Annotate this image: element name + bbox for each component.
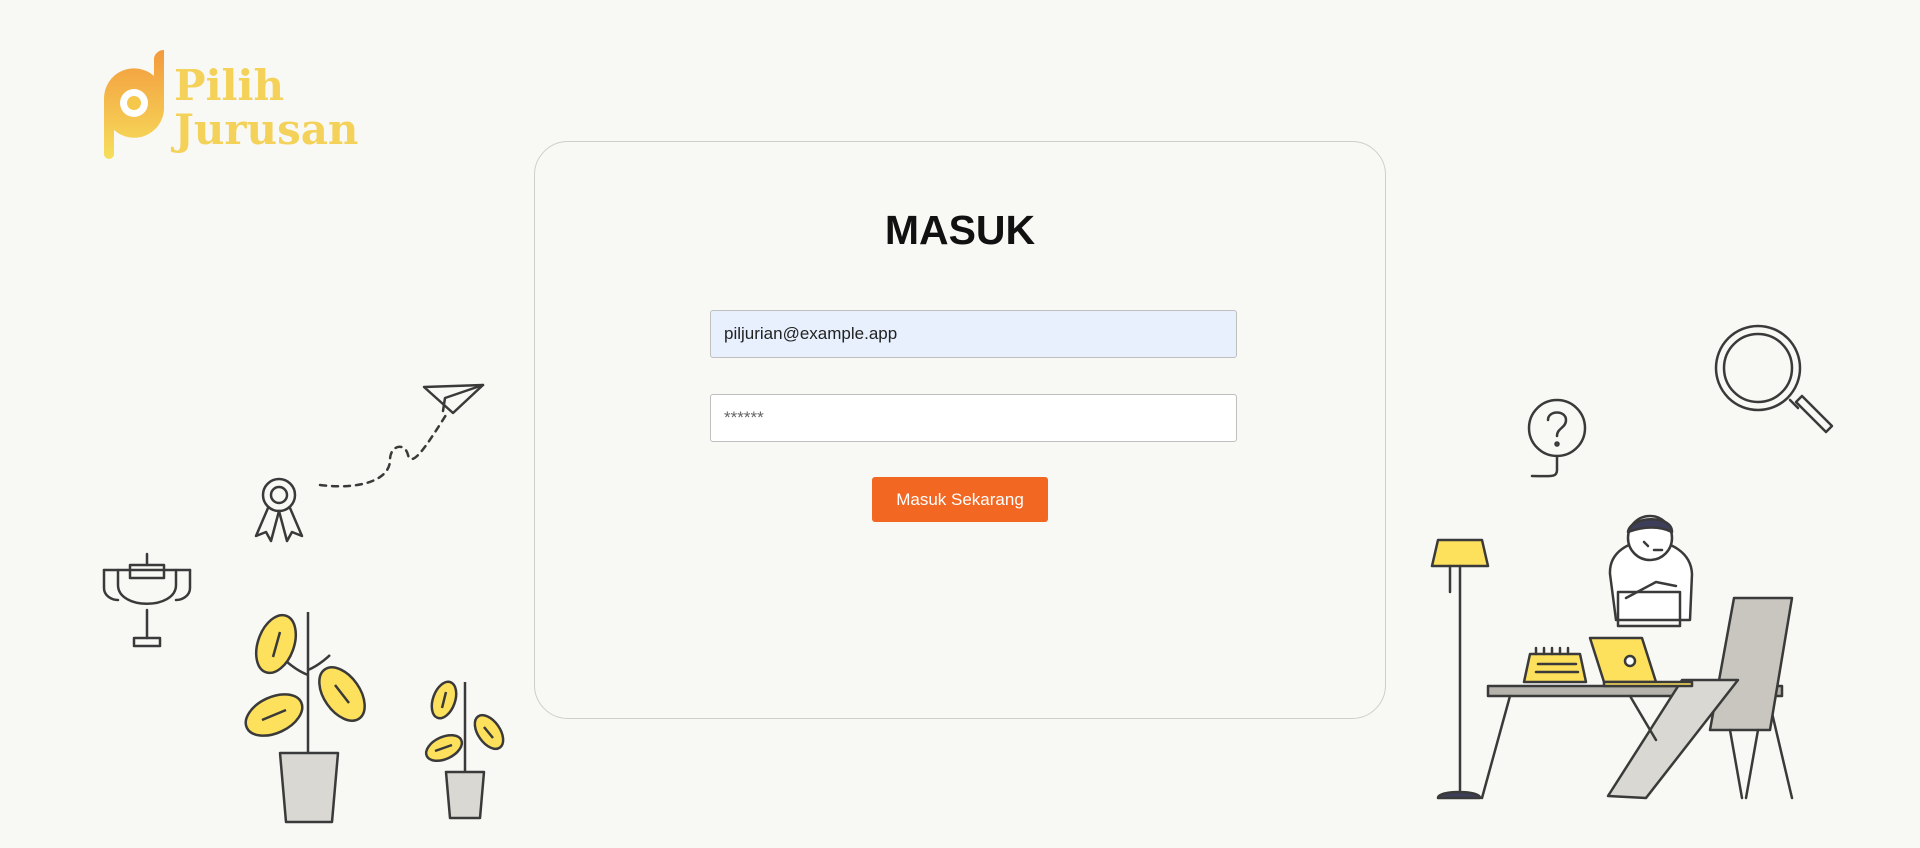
password-field[interactable] — [710, 394, 1237, 442]
desk-calendar-icon — [1522, 646, 1588, 684]
left-illustration — [102, 383, 505, 824]
brand-name-line2: Jurusan — [174, 105, 359, 154]
page-title: MASUK — [884, 207, 1036, 253]
question-bubble-icon — [1527, 398, 1587, 478]
logo-icon — [104, 49, 164, 159]
login-button[interactable]: Masuk Sekarang — [872, 477, 1048, 522]
trophy-icon — [102, 552, 192, 648]
right-illustration — [1430, 324, 1834, 800]
magnifier-icon — [1714, 324, 1834, 434]
laptop-icon — [1588, 636, 1694, 688]
email-field[interactable] — [710, 310, 1237, 358]
brand-logo[interactable]: Pilih Jurusan — [98, 48, 358, 160]
small-plant-icon — [424, 680, 505, 820]
login-page: Pilih Jurusan MASUK Masuk Sekarang — [0, 0, 1920, 848]
brand-name-line1: Pilih — [174, 61, 284, 110]
paper-plane-icon — [422, 383, 485, 415]
medal-icon — [254, 477, 304, 543]
dashed-flight-path — [318, 413, 448, 488]
floor-lamp-icon — [1430, 538, 1490, 800]
large-plant-icon — [244, 612, 366, 824]
brand-name: Pilih Jurusan — [174, 64, 358, 152]
